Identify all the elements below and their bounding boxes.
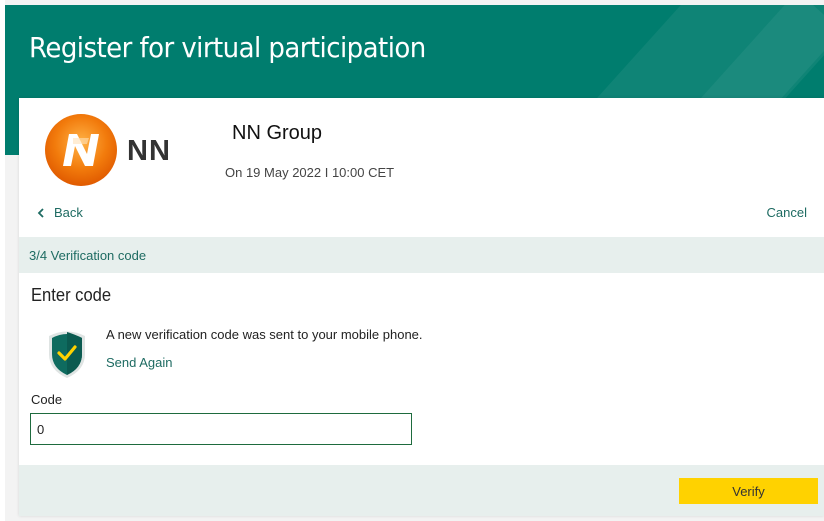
logo-text: NN: [127, 135, 171, 167]
company-name: NN Group: [232, 122, 323, 144]
step-indicator: 3/4 Verification code: [19, 237, 824, 273]
page-title: Register for virtual participation: [29, 31, 426, 64]
chevron-left-icon: [37, 207, 44, 218]
step-label: 3/4 Verification code: [29, 248, 147, 263]
code-input[interactable]: [30, 413, 412, 445]
form-footer: Verify: [19, 465, 824, 516]
back-label: Back: [54, 205, 83, 220]
registration-card: NN NN Group On 19 May 2022 I 10:00 CET B…: [19, 98, 824, 516]
event-date: On 19 May 2022 I 10:00 CET: [225, 165, 395, 180]
cancel-link[interactable]: Cancel: [767, 205, 807, 220]
verify-button[interactable]: Verify: [679, 478, 818, 504]
shield-check-icon: [44, 328, 90, 380]
send-again-link[interactable]: Send Again: [106, 355, 173, 370]
back-link[interactable]: Back: [37, 205, 83, 220]
verification-message: A new verification code was sent to your…: [106, 327, 423, 342]
form-title: Enter code: [31, 285, 112, 305]
code-label: Code: [31, 392, 63, 407]
nn-logo-icon: [43, 112, 119, 188]
